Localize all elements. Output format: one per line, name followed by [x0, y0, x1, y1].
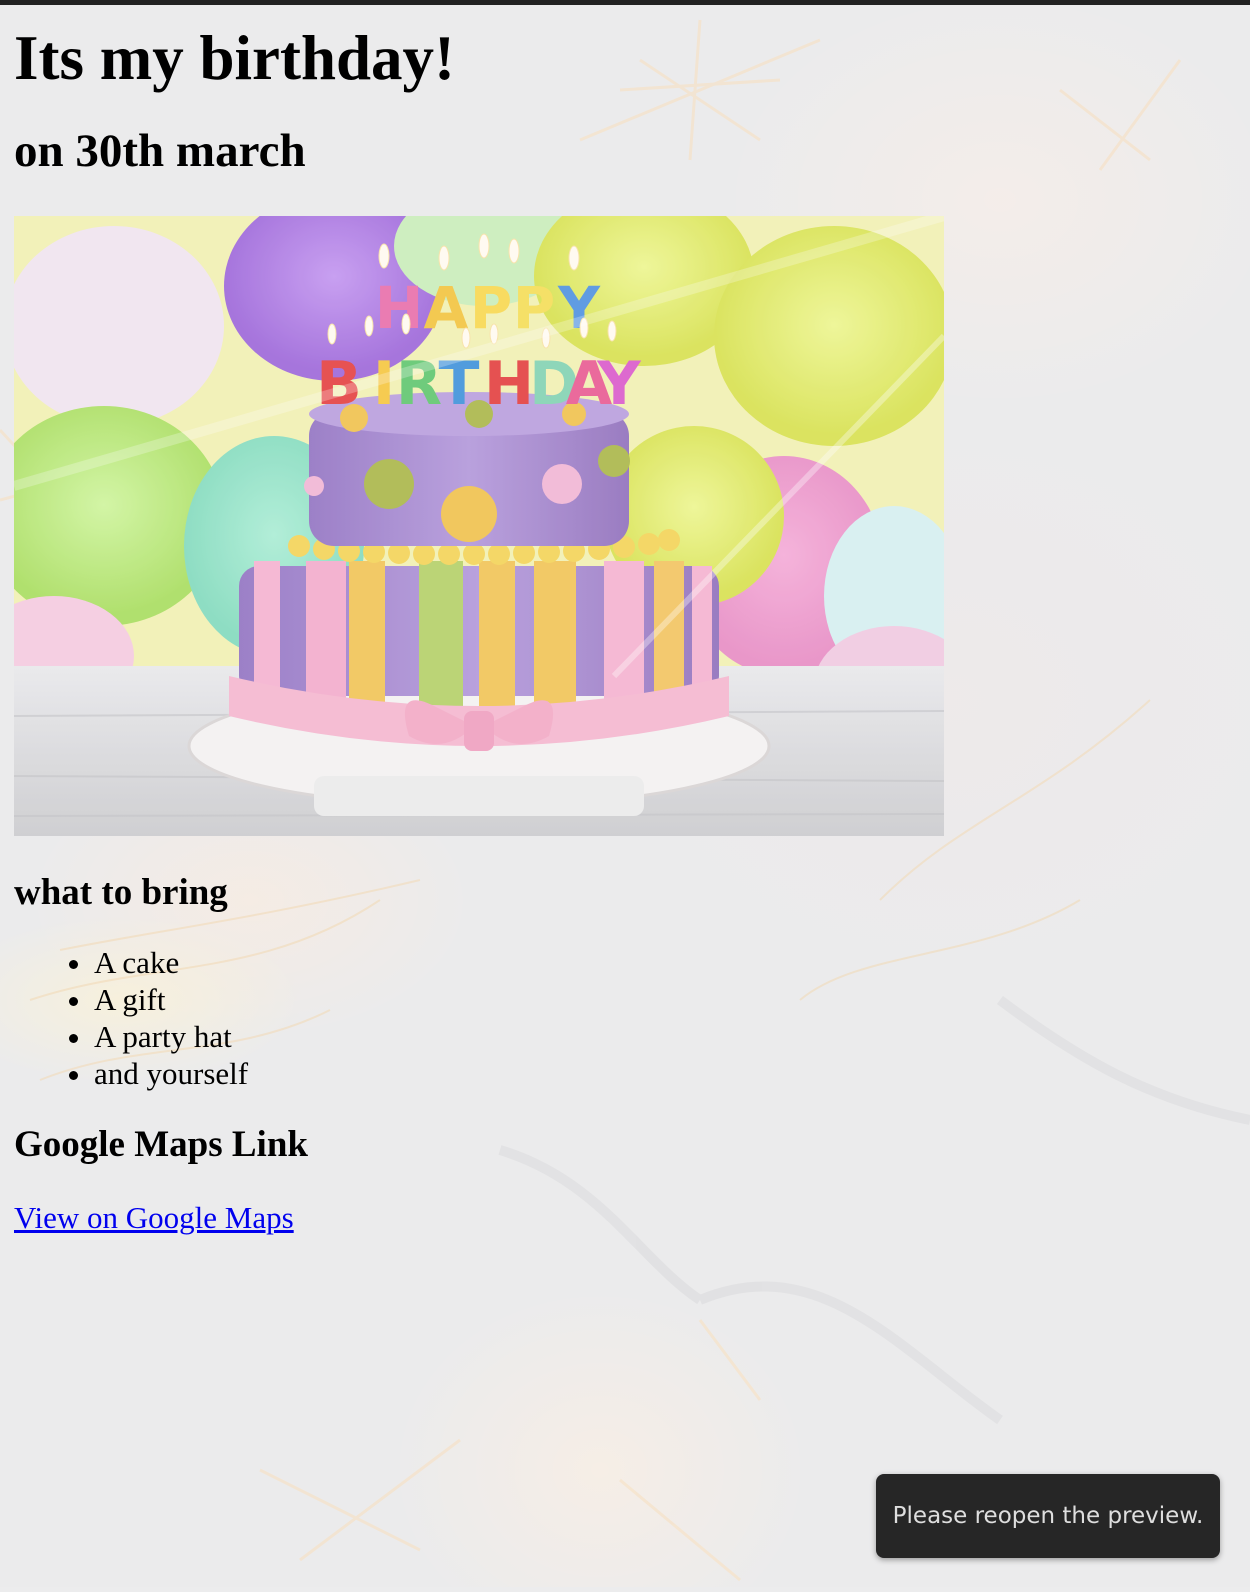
- toast-message: Please reopen the preview.: [892, 1503, 1204, 1529]
- birthday-cake-image: B I R T H D A Y H A P P Y: [14, 216, 944, 836]
- what-to-bring-list: A cake A gift A party hat and yourself: [14, 944, 1236, 1092]
- list-item: A gift: [94, 981, 1236, 1018]
- reopen-preview-toast: Please reopen the preview.: [876, 1474, 1220, 1558]
- page-title: Its my birthday!: [14, 23, 456, 93]
- google-maps-link[interactable]: View on Google Maps: [14, 1199, 294, 1236]
- page-content: Its my birthday! on 30th march B I R T H…: [0, 0, 1250, 1236]
- list-item: and yourself: [94, 1055, 1236, 1092]
- window-top-bar: [0, 0, 1250, 5]
- list-item: A cake: [94, 944, 1236, 981]
- list-item: A party hat: [94, 1018, 1236, 1055]
- google-maps-heading: Google Maps Link: [14, 1124, 308, 1165]
- event-date: on 30th march: [14, 125, 306, 177]
- what-to-bring-heading: what to bring: [14, 872, 228, 913]
